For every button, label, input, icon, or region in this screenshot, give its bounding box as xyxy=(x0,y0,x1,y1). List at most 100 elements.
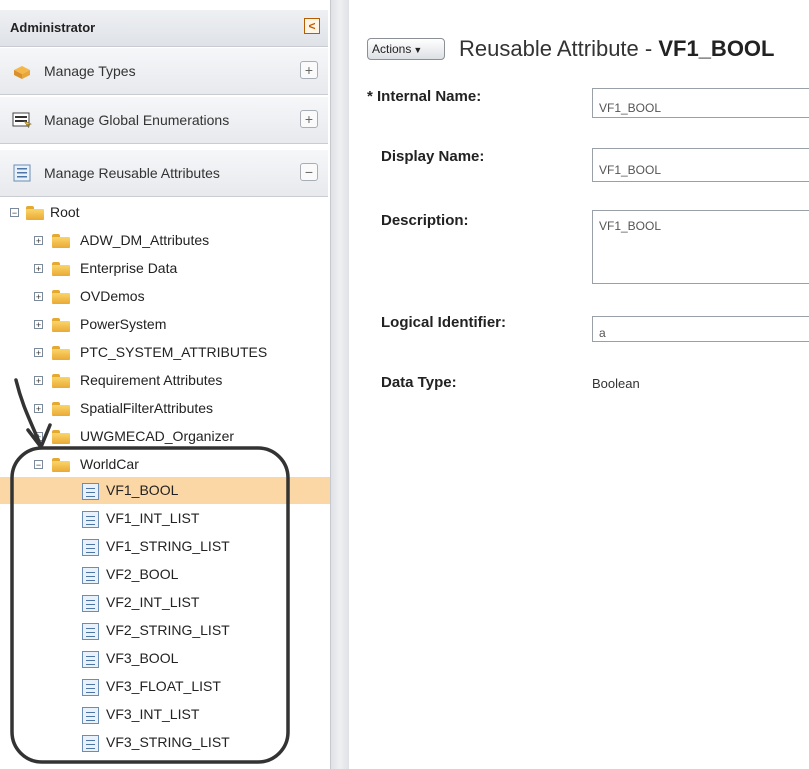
attribute-icon xyxy=(82,707,99,724)
tree-node-folder[interactable]: + Enterprise Data xyxy=(0,260,300,282)
manage-reusable-attributes-label: Manage Reusable Attributes xyxy=(44,165,220,181)
tree-node-label: Enterprise Data xyxy=(80,260,178,276)
attribute-icon xyxy=(82,623,99,640)
manage-reusable-attributes-section[interactable]: Manage Reusable Attributes − xyxy=(0,149,328,197)
attribute-detail-panel: Actions ▼ Reusable Attribute - VF1_BOOL *… xyxy=(349,0,809,769)
folder-open-icon xyxy=(52,458,70,472)
tree-node-label: ADW_DM_Attributes xyxy=(80,232,210,248)
internal-name-field[interactable]: VF1_BOOL xyxy=(592,88,809,118)
page-title-name: VF1_BOOL xyxy=(658,36,775,61)
tree-node-label: VF2_INT_LIST xyxy=(106,594,200,610)
attribute-icon xyxy=(82,567,99,584)
manage-global-enumerations-expand-button[interactable]: + xyxy=(300,110,318,128)
attribute-icon xyxy=(82,735,99,752)
administrator-panel: Administrator < Manage Types + Manage Gl… xyxy=(0,0,330,769)
folder-icon xyxy=(26,206,44,220)
expand-toggle[interactable]: + xyxy=(34,348,43,358)
tree-node-attribute[interactable]: VF3_FLOAT_LIST xyxy=(0,678,300,700)
expand-toggle[interactable]: + xyxy=(34,264,43,274)
attribute-icon xyxy=(82,511,99,528)
tree-node-folder[interactable]: + UWGMECAD_Organizer xyxy=(0,428,300,450)
tree-node-attribute[interactable]: VF2_INT_LIST xyxy=(0,594,300,616)
tree-node-attribute[interactable]: VF3_STRING_LIST xyxy=(0,734,300,756)
tree-node-folder[interactable]: + ADW_DM_Attributes xyxy=(0,232,300,254)
tree-node-label: VF3_FLOAT_LIST xyxy=(106,678,221,694)
tree-node-attribute[interactable]: VF3_INT_LIST xyxy=(0,706,300,728)
page-title: Reusable Attribute - VF1_BOOL xyxy=(459,36,774,62)
enumeration-icon xyxy=(12,112,32,129)
tree-node-attribute[interactable]: VF3_BOOL xyxy=(0,650,300,672)
tree-node-label: VF3_BOOL xyxy=(106,650,179,666)
tree-node-folder[interactable]: + SpatialFilterAttributes xyxy=(0,400,300,422)
tree-node-label: VF2_BOOL xyxy=(106,566,179,582)
display-name-field[interactable]: VF1_BOOL xyxy=(592,148,809,182)
manage-types-label: Manage Types xyxy=(44,63,136,79)
expand-toggle[interactable]: + xyxy=(34,376,43,386)
attribute-icon xyxy=(82,679,99,696)
internal-name-label: * Internal Name: xyxy=(367,88,482,105)
data-type-label: Data Type: xyxy=(381,374,457,391)
actions-menu-button[interactable]: Actions ▼ xyxy=(367,38,445,60)
actions-label: Actions xyxy=(372,42,412,56)
caret-down-icon: ▼ xyxy=(413,45,423,55)
expand-toggle[interactable]: + xyxy=(34,236,43,246)
tree-node-label: VF1_STRING_LIST xyxy=(106,538,230,554)
tree-node-attribute[interactable]: VF2_STRING_LIST xyxy=(0,622,300,644)
folder-icon xyxy=(52,262,70,276)
manage-global-enumerations-label: Manage Global Enumerations xyxy=(44,112,230,128)
folder-icon xyxy=(52,290,70,304)
tree-node-folder[interactable]: + PTC_SYSTEM_ATTRIBUTES xyxy=(0,344,300,366)
tree-node-folder[interactable]: + Requirement Attributes xyxy=(0,372,300,394)
attribute-list-icon xyxy=(13,164,31,182)
tree-node-attribute[interactable]: VF1_STRING_LIST xyxy=(0,538,300,560)
expand-toggle[interactable]: + xyxy=(34,292,43,302)
panel-splitter[interactable] xyxy=(330,0,350,769)
description-label: Description: xyxy=(381,212,469,229)
description-field[interactable]: VF1_BOOL xyxy=(592,210,809,284)
tree-node-label: SpatialFilterAttributes xyxy=(80,400,214,416)
collapse-root-toggle[interactable]: − xyxy=(10,208,19,218)
attribute-icon xyxy=(82,595,99,612)
data-type-value: Boolean xyxy=(592,376,640,391)
expand-toggle[interactable]: + xyxy=(34,432,43,442)
administrator-header: Administrator < xyxy=(0,10,328,47)
collapse-toggle[interactable]: − xyxy=(34,460,43,470)
manage-types-section[interactable]: Manage Types + xyxy=(0,47,328,95)
manage-types-expand-button[interactable]: + xyxy=(300,61,318,79)
folder-icon xyxy=(52,430,70,444)
tree-node-label: VF2_STRING_LIST xyxy=(106,622,230,638)
tree-node-label: VF3_INT_LIST xyxy=(106,706,200,722)
tree-node-worldcar[interactable]: − WorldCar xyxy=(0,456,300,478)
expand-toggle[interactable]: + xyxy=(34,404,43,414)
administrator-title: Administrator xyxy=(10,20,96,35)
tree-node-label: OVDemos xyxy=(80,288,145,304)
folder-icon xyxy=(52,234,70,248)
collapse-panel-button[interactable]: < xyxy=(304,18,320,34)
expand-toggle[interactable]: + xyxy=(34,320,43,330)
tree-node-label: Requirement Attributes xyxy=(80,372,223,388)
folder-icon xyxy=(52,346,70,360)
tree-node-attribute[interactable]: VF2_BOOL xyxy=(0,566,300,588)
logical-identifier-label: Logical Identifier: xyxy=(381,314,507,331)
tree-node-attribute[interactable]: VF1_BOOL xyxy=(0,482,300,504)
manage-reusable-attributes-collapse-button[interactable]: − xyxy=(300,163,318,181)
page-title-prefix: Reusable Attribute - xyxy=(459,36,659,61)
logical-identifier-field[interactable]: a xyxy=(592,316,809,342)
folder-icon xyxy=(52,318,70,332)
tree-node-folder[interactable]: + PowerSystem xyxy=(0,316,300,338)
attribute-icon xyxy=(82,539,99,556)
attribute-icon xyxy=(82,483,99,500)
tree-node-folder[interactable]: + OVDemos xyxy=(0,288,300,310)
display-name-label: Display Name: xyxy=(381,148,485,165)
tree-node-label: WorldCar xyxy=(80,456,139,472)
tree-node-label: PTC_SYSTEM_ATTRIBUTES xyxy=(80,344,268,360)
tree-node-root[interactable]: − Root xyxy=(0,204,200,226)
folder-icon xyxy=(52,374,70,388)
attribute-icon xyxy=(82,651,99,668)
tree-node-label: VF3_STRING_LIST xyxy=(106,734,230,750)
tree-node-label: UWGMECAD_Organizer xyxy=(80,428,235,444)
tree-node-label: VF1_BOOL xyxy=(106,482,179,498)
manage-global-enumerations-section[interactable]: Manage Global Enumerations + xyxy=(0,96,328,144)
tree-node-attribute[interactable]: VF1_INT_LIST xyxy=(0,510,300,532)
box-icon xyxy=(14,66,30,79)
